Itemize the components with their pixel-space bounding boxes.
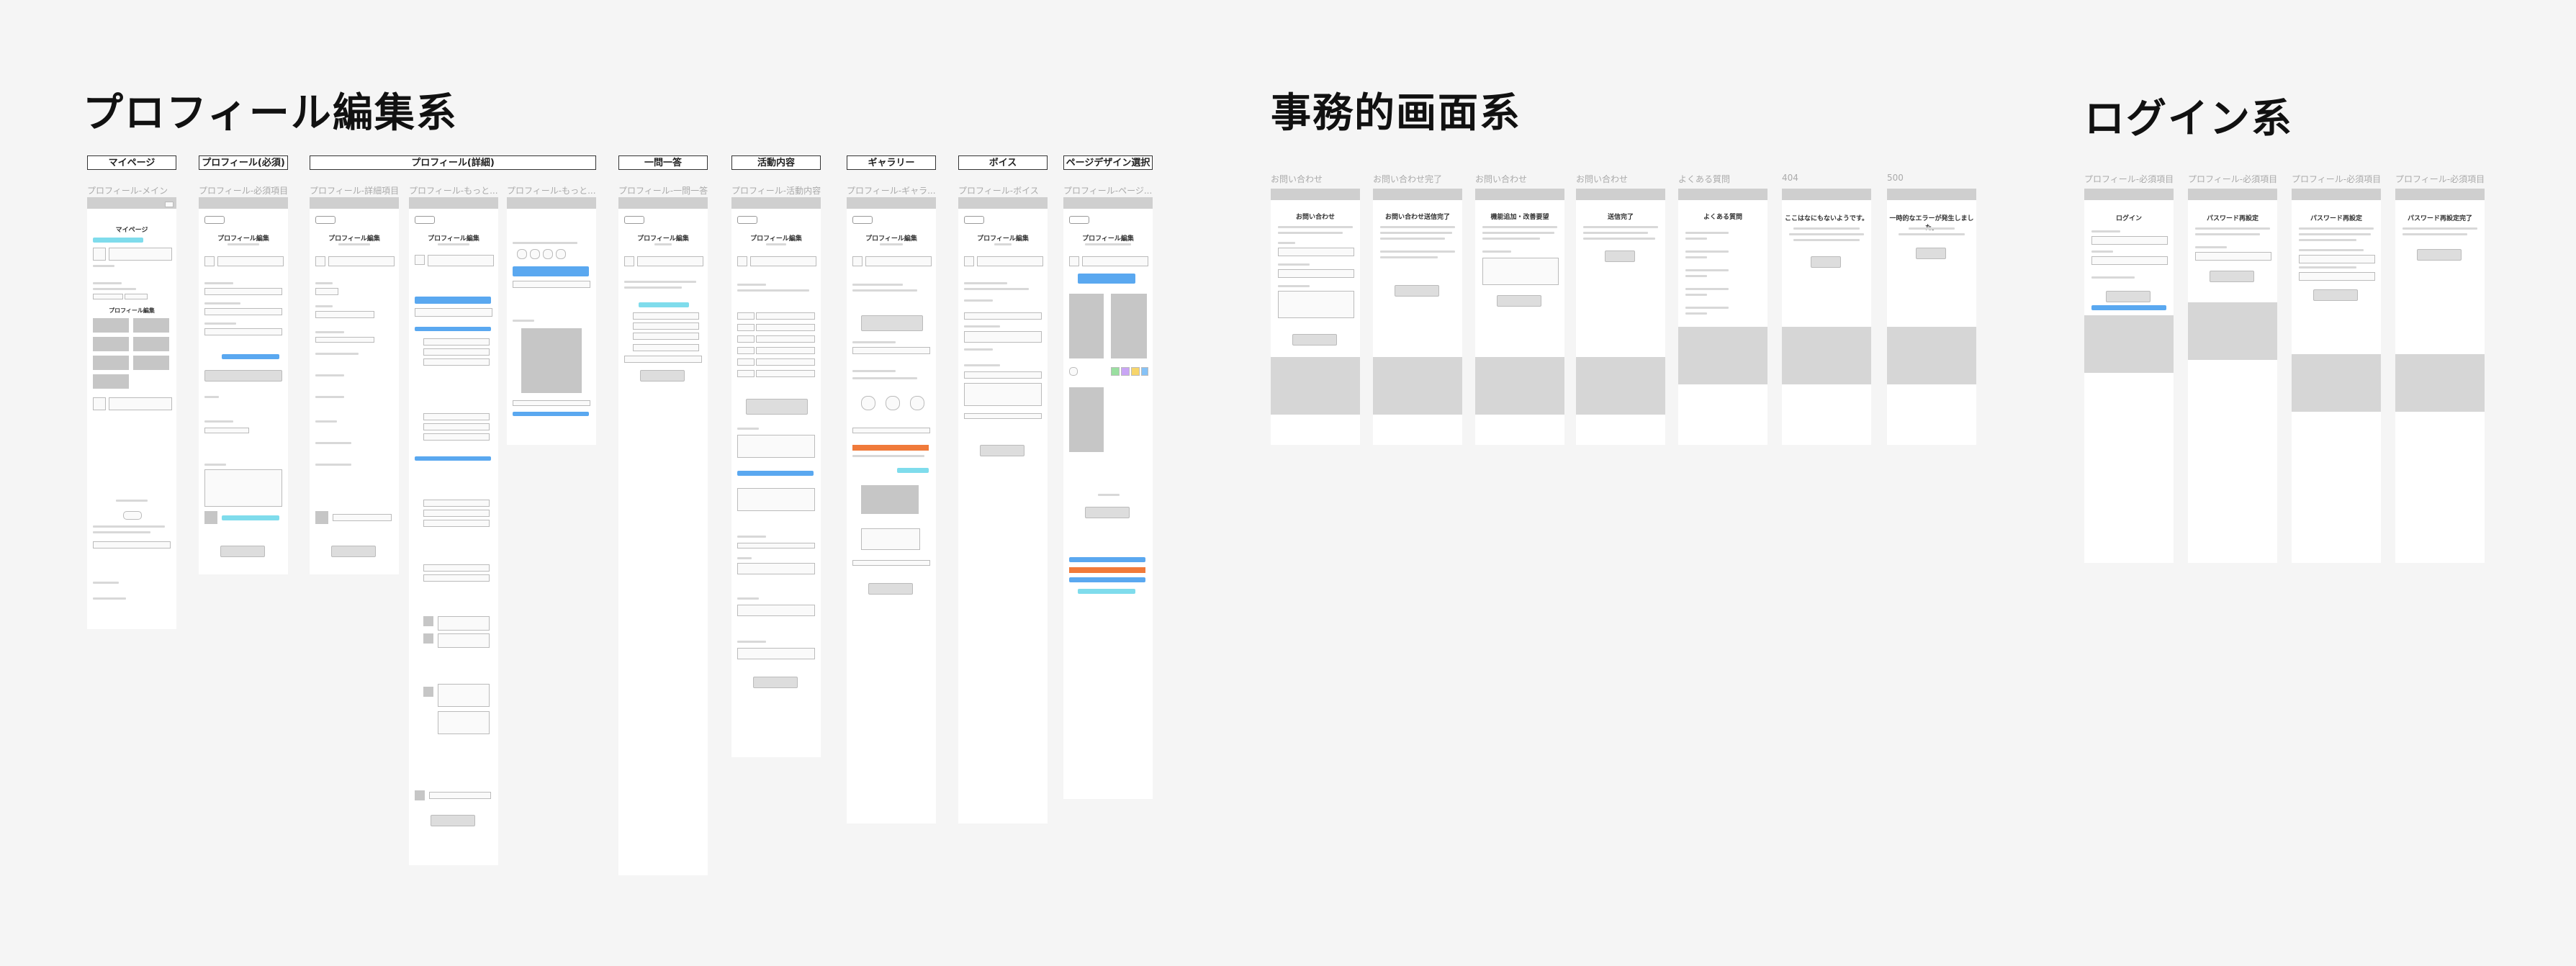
wireframe-qa: プロフィール編集 <box>618 197 708 875</box>
section-title-login: ログイン系 <box>2084 96 2293 143</box>
frame-label: お問い合わせ完了 <box>1373 174 1443 184</box>
wireframe-feature-request: 機能追加・改善要望 <box>1475 189 1564 445</box>
wireframe-send-done: 送信完了 <box>1576 189 1665 445</box>
frame-label: プロフィール-必須項目 <box>2292 174 2382 184</box>
section-title-office: 事務的画面系 <box>1271 90 1521 137</box>
frame-label: お問い合わせ <box>1271 174 1323 184</box>
wireframe-500: 一時的なエラーが発生しました。 <box>1887 189 1976 445</box>
wireframe-activity: プロフィール編集 <box>731 197 821 757</box>
frame-label: プロフィール-一問一答 <box>618 186 708 196</box>
column-header: 活動内容 <box>731 155 821 170</box>
wireframe-login: ログイン <box>2084 189 2174 563</box>
wireframe-gallery: プロフィール編集 <box>847 197 936 823</box>
frame-label: プロフィール-必須項目 <box>199 186 289 196</box>
wireframe-password-reset: パスワード再設定 <box>2188 189 2277 563</box>
wireframe-voice: プロフィール編集 <box>958 197 1048 823</box>
column-header: プロフィール(詳細) <box>310 155 596 170</box>
wireframe-page-design: プロフィール編集 <box>1063 197 1153 799</box>
column-header: ページデザイン選択 <box>1063 155 1153 170</box>
frame-label: プロフィール-詳細項目 <box>310 186 400 196</box>
frame-label: お問い合わせ <box>1576 174 1629 184</box>
frame-label: 500 <box>1887 173 1904 183</box>
wireframe-faq: よくある質問 <box>1678 189 1767 445</box>
wireframe-password-reset-new: パスワード再設定 <box>2292 189 2381 563</box>
frame-label: プロフィール-ギャラ... <box>847 186 936 196</box>
section-title-profile: プロフィール編集系 <box>83 90 458 137</box>
wireframe-contact-done: お問い合わせ送信完了 <box>1373 189 1462 445</box>
wireframe-password-reset-done: パスワード再設定完了 <box>2395 189 2485 563</box>
frame-label: プロフィール-活動内容 <box>731 186 821 196</box>
column-header: ギャラリー <box>847 155 936 170</box>
wireframe-contact: お問い合わせ <box>1271 189 1360 445</box>
column-header: マイページ <box>87 155 176 170</box>
frame-label: 404 <box>1782 173 1798 183</box>
wireframe-profile-detail-a: プロフィール編集 <box>310 197 399 574</box>
frame-label: プロフィール-ページ... <box>1063 186 1153 196</box>
frame-label: お問い合わせ <box>1475 174 1528 184</box>
wireframe-profile-detail-c <box>507 197 596 445</box>
wireframe-profile-detail-b: プロフィール編集 <box>409 197 498 865</box>
column-header: ボイス <box>958 155 1048 170</box>
frame-label: プロフィール-メイン <box>87 186 168 196</box>
frame-label: プロフィール-もっと... <box>507 186 596 196</box>
column-header: プロフィール(必須) <box>199 155 288 170</box>
wireframe-mypage: マイページ プロフィール編集 <box>87 197 176 629</box>
frame-label: プロフィール-必須項目 <box>2084 174 2174 184</box>
wireframe-404: ここはなにもないようです。 <box>1782 189 1871 445</box>
frame-label: プロフィール-必須項目 <box>2188 174 2278 184</box>
frame-label: よくある質問 <box>1678 174 1731 184</box>
frame-label: プロフィール-もっと... <box>409 186 498 196</box>
wireframe-profile-required: プロフィール編集 <box>199 197 288 574</box>
column-header: 一問一答 <box>618 155 708 170</box>
frame-label: プロフィール-必須項目 <box>2395 174 2485 184</box>
frame-label: プロフィール-ボイス <box>958 186 1039 196</box>
